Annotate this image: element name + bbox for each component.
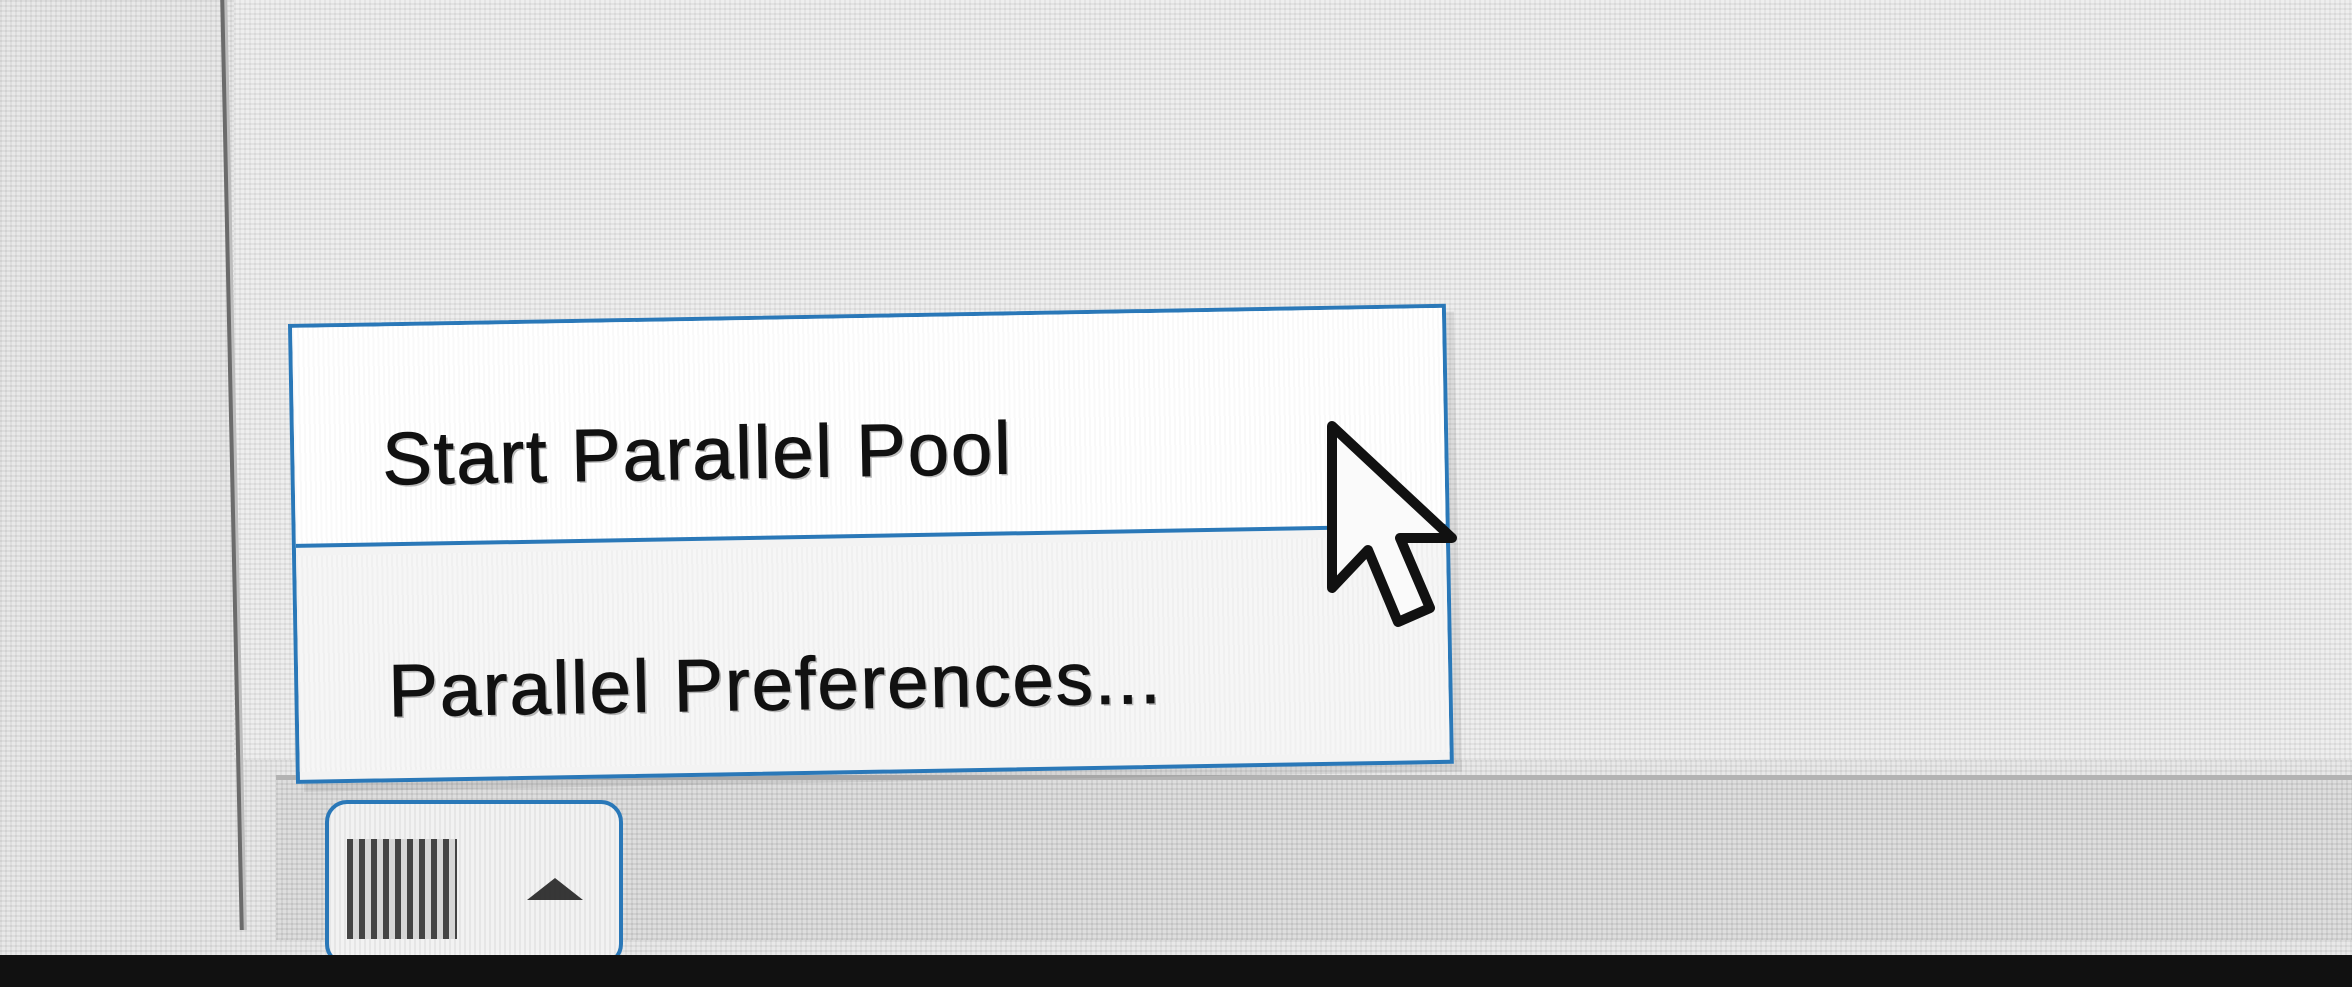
parallel-preferences-menu-item[interactable]: Parallel Preferences... <box>296 535 1450 772</box>
parallel-status-button[interactable] <box>325 800 623 966</box>
parallel-status-bars-icon <box>347 839 457 939</box>
screen-bezel <box>0 955 2352 987</box>
parallel-context-menu: Start Parallel Pool Parallel Preferences… <box>288 303 1454 784</box>
start-parallel-pool-menu-item[interactable]: Start Parallel Pool <box>292 307 1446 548</box>
mouse-pointer-icon <box>1327 421 1457 627</box>
screen: Start Parallel Pool Parallel Preferences… <box>0 0 2352 987</box>
up-arrow-icon <box>527 878 583 900</box>
